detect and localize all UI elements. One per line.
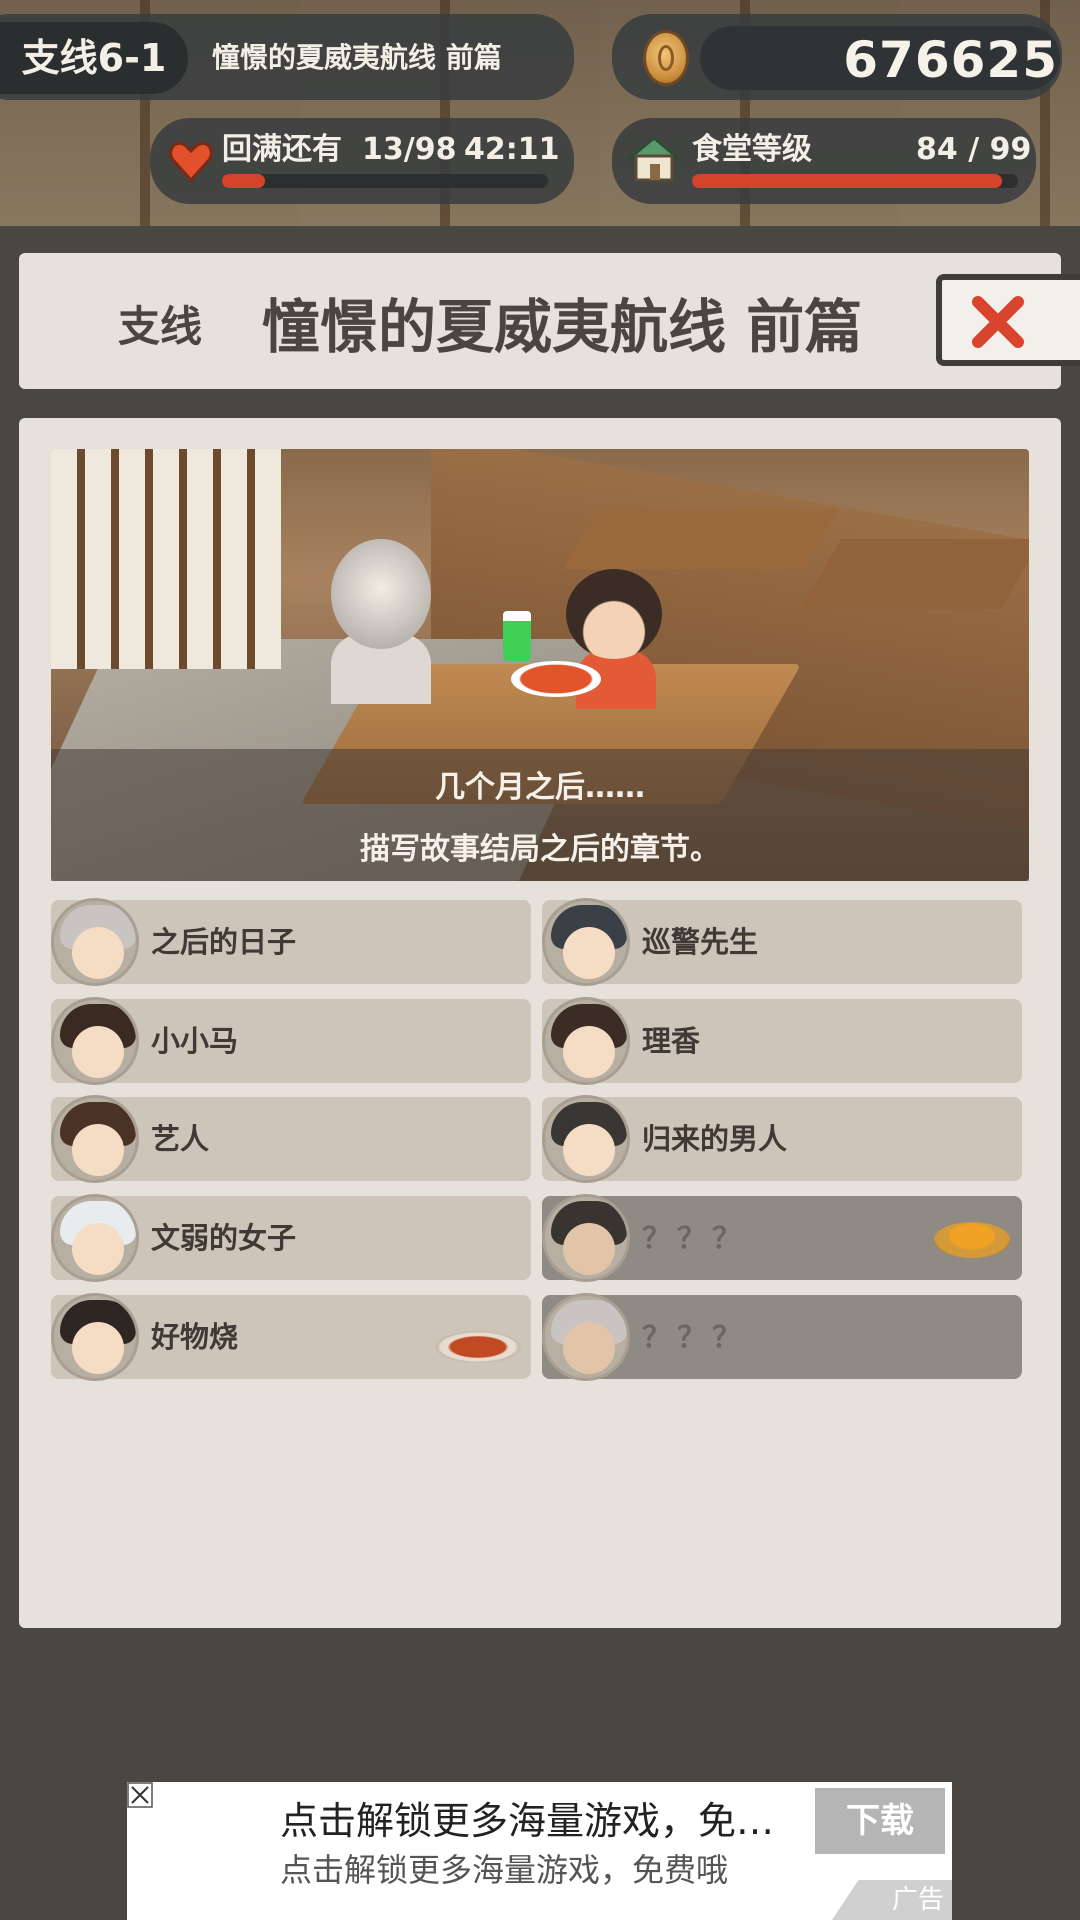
story-entry[interactable]: 巡警先生: [542, 898, 1022, 986]
story-label: 好物烧: [151, 1320, 239, 1354]
coin-value: 676625: [843, 31, 1058, 89]
avatar: [51, 1194, 139, 1282]
ad-subtitle: 点击解锁更多海量游戏，免费哦: [280, 1851, 729, 1889]
level-value: 84 / 99: [916, 132, 1032, 167]
chapter-name: 憧憬的夏威夷航线 前篇: [212, 41, 502, 74]
story-entry[interactable]: 之后的日子: [51, 898, 531, 986]
level-label: 食堂等级: [692, 132, 812, 167]
story-label: 巡警先生: [642, 925, 759, 959]
story-label: 之后的日子: [151, 925, 297, 959]
ad-title: 点击解锁更多海量游戏，免…: [280, 1799, 775, 1843]
story-entry[interactable]: 文弱的女子: [51, 1194, 531, 1282]
stamina-bar-fill: [222, 174, 266, 188]
stamina-label: 回满还有: [222, 132, 342, 167]
avatar: [51, 898, 139, 986]
ad-tag: 广告: [832, 1880, 952, 1920]
story-entry[interactable]: 艺人: [51, 1095, 531, 1183]
coin-icon: [643, 30, 689, 86]
scene-grandma-head: [331, 539, 431, 649]
story-entry-locked[interactable]: ？？？: [542, 1293, 1022, 1381]
scene-caption-line1: 几个月之后……: [435, 770, 645, 805]
heart-icon: [169, 141, 213, 183]
okonomiyaki-dish-icon: [435, 1331, 521, 1363]
story-entry-locked[interactable]: ？？？: [542, 1194, 1022, 1282]
avatar: [542, 1194, 630, 1282]
stamina-bar: [222, 174, 548, 188]
avatar: [542, 997, 630, 1085]
close-x-icon: [972, 296, 1024, 348]
story-entry[interactable]: 好物烧: [51, 1293, 531, 1381]
ad-banner[interactable]: 点击解锁更多海量游戏，免… 点击解锁更多海量游戏，免费哦 下载 广告: [127, 1782, 952, 1920]
story-label: 文弱的女子: [151, 1221, 297, 1255]
story-entry[interactable]: 小小马: [51, 997, 531, 1085]
ad-close-icon[interactable]: [127, 1782, 153, 1808]
spaghetti-plate-icon: [511, 661, 601, 697]
story-label: 艺人: [151, 1122, 210, 1156]
scene-window: [51, 449, 281, 669]
page-title: 憧憬的夏威夷航线 前篇: [262, 293, 863, 361]
top-hud: 支线6-1 憧憬的夏威夷航线 前篇 676625 回满还有 13/98 42:1…: [0, 0, 1080, 226]
story-entry[interactable]: 理香: [542, 997, 1022, 1085]
story-label: 归来的男人: [642, 1122, 788, 1156]
avatar: [51, 1095, 139, 1183]
stamina-value: 13/98: [362, 132, 457, 167]
avatar: [542, 898, 630, 986]
scene-girl-head: [566, 569, 662, 659]
close-button[interactable]: [936, 274, 1080, 366]
ad-download-button[interactable]: 下载: [815, 1788, 945, 1854]
scene-table: [563, 509, 839, 569]
scene-caption-line2: 描写故事结局之后的章节。: [360, 832, 720, 867]
golden-dish-icon: [934, 1222, 1010, 1258]
story-kind: 支线: [118, 302, 203, 351]
scene-table: [800, 539, 1029, 609]
story-label: 理香: [642, 1024, 701, 1058]
level-bar-fill: [692, 174, 1002, 188]
story-entry[interactable]: 归来的男人: [542, 1095, 1022, 1183]
story-label: ？？？: [642, 1221, 748, 1255]
melon-soda-icon: [503, 611, 531, 661]
avatar: [542, 1293, 630, 1381]
house-icon: [626, 136, 682, 182]
stamina-timer: 42:11: [464, 132, 560, 167]
chapter-tag: 支线6-1: [0, 22, 188, 94]
avatar: [51, 1293, 139, 1381]
avatar: [542, 1095, 630, 1183]
story-label: 小小马: [151, 1024, 239, 1058]
level-bar: [692, 174, 1018, 188]
story-label: ？？？: [642, 1320, 748, 1354]
avatar: [51, 997, 139, 1085]
